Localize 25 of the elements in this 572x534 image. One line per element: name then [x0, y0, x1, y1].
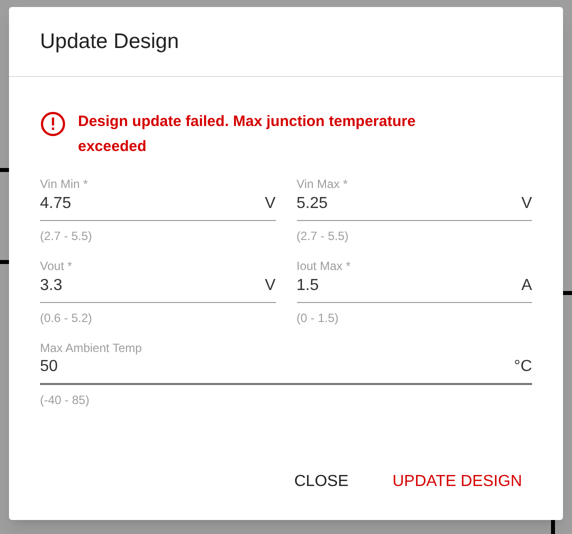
- input-field[interactable]: 1.5 A: [296, 273, 532, 303]
- unit-label: V: [264, 194, 276, 214]
- dialog-title: Update Design: [40, 28, 179, 55]
- range-hint: (2.7 - 5.5): [296, 228, 350, 245]
- error-message: Design update failed. Max junction temperature exceeded: [78, 112, 417, 157]
- range-hint: (0 - 1.5): [296, 310, 340, 327]
- update-design-button[interactable]: UPDATE DESIGN: [382, 464, 532, 500]
- field-label: Vin Min *: [40, 177, 89, 191]
- range-hint: (-40 - 85): [40, 392, 90, 409]
- input-field[interactable]: 4.75 V: [40, 191, 276, 221]
- unit-label: A: [521, 276, 532, 296]
- unit-label: V: [521, 194, 532, 214]
- range-hint: (2.7 - 5.5): [40, 228, 94, 245]
- range-hint: (0.6 - 5.2): [40, 310, 94, 327]
- field-label: Vin Max *: [296, 177, 349, 191]
- field-label: Max Ambient Temp: [40, 341, 143, 355]
- unit-label: V: [264, 276, 276, 296]
- field-label: Vout *: [40, 259, 74, 273]
- error-icon: [40, 111, 66, 137]
- close-button[interactable]: CLOSE: [282, 464, 360, 500]
- unit-label: °C: [514, 357, 532, 377]
- input-field[interactable]: 3.3 V: [40, 273, 276, 303]
- input-field[interactable]: 5.25 V: [296, 191, 532, 221]
- input-field[interactable]: 50 °C: [40, 355, 532, 385]
- field-label: Iout Max *: [296, 259, 352, 273]
